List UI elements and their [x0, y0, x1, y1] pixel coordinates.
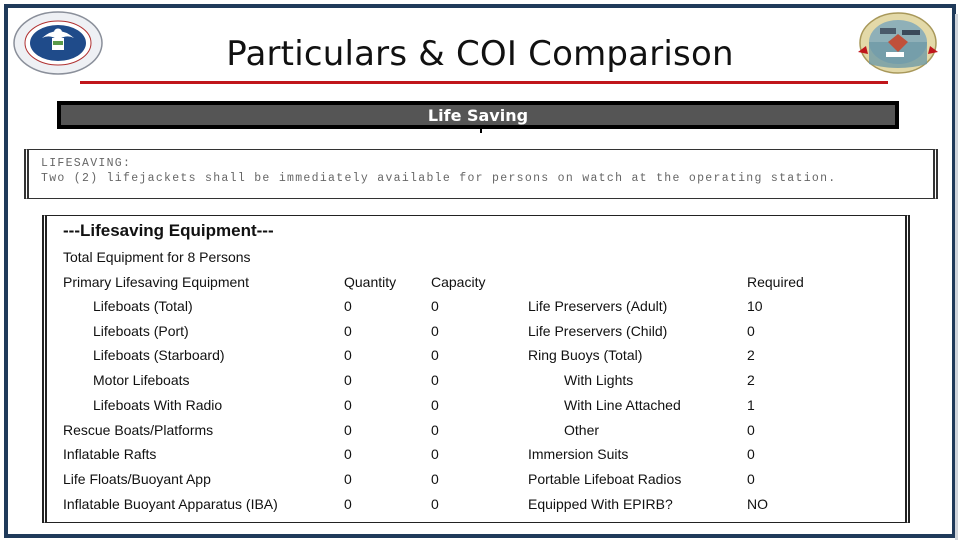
other-row-required: 10	[747, 298, 763, 314]
other-row-label: Life Preservers (Adult)	[528, 298, 668, 314]
other-row-label: Equipped With EPIRB?	[528, 495, 673, 512]
primary-row-quantity: 0	[344, 322, 352, 339]
primary-row-label: Motor Lifeboats	[93, 372, 190, 389]
other-row-required: 0	[747, 446, 755, 463]
other-row-label: Other	[564, 421, 600, 438]
other-row-required: 0	[747, 470, 755, 487]
header-capacity: Capacity	[431, 274, 486, 290]
primary-row-label: Lifeboats (Total)	[93, 298, 193, 314]
other-row-required: 0	[747, 322, 755, 339]
primary-row-quantity: 0	[344, 396, 352, 413]
header-required: Required	[747, 274, 804, 290]
primary-row-quantity: 0	[344, 421, 352, 438]
other-row-label: Ring Buoys (Total)	[528, 347, 643, 364]
other-row-label: With Lights	[564, 372, 634, 389]
lifesaving-equipment-panel: ---Lifesaving Equipment--- Total Equipme…	[42, 215, 910, 523]
primary-row-capacity: 0	[431, 446, 439, 463]
other-row-label: With Line Attached	[564, 396, 681, 413]
header-quantity: Quantity	[344, 274, 397, 290]
primary-row-quantity: 0	[344, 495, 352, 512]
primary-row-label: Inflatable Buoyant Apparatus (IBA)	[63, 495, 278, 512]
other-row-required: 1	[747, 396, 755, 413]
section-header-label: Life Saving	[427, 105, 529, 125]
primary-row-capacity: 0	[431, 470, 439, 487]
primary-row-quantity: 0	[344, 470, 352, 487]
coi-excerpt: LIFESAVING: Two (2) lifejackets shall be…	[24, 149, 938, 199]
primary-row-label: Lifeboats (Starboard)	[93, 347, 225, 364]
other-row-label: Immersion Suits	[528, 446, 629, 463]
primary-row-label: Lifeboats (Port)	[93, 322, 189, 339]
coast-guard-sector-new-orleans-seal-icon	[852, 10, 944, 76]
primary-row-label: Life Floats/Buoyant App	[63, 470, 211, 487]
primary-row-quantity: 0	[344, 347, 352, 364]
primary-row-label: Rescue Boats/Platforms	[63, 421, 214, 438]
equipment-title: ---Lifesaving Equipment---	[63, 221, 274, 240]
title-underline	[80, 81, 888, 84]
other-row-label: Portable Lifeboat Radios	[528, 470, 682, 487]
other-row-label: Life Preservers (Child)	[528, 322, 668, 339]
header-primary: Primary Lifesaving Equipment	[63, 274, 249, 290]
primary-row-capacity: 0	[431, 372, 439, 389]
section-header-life-saving: Life Saving	[57, 101, 899, 133]
primary-row-quantity: 0	[344, 446, 352, 463]
primary-row-capacity: 0	[431, 298, 439, 314]
coi-heading: LIFESAVING:	[41, 157, 132, 170]
other-row-required: 2	[747, 372, 755, 389]
primary-row-label: Lifeboats With Radio	[93, 396, 223, 413]
other-row-required: NO	[747, 495, 768, 512]
coi-requirement-text: Two (2) lifejackets shall be immediately…	[41, 172, 837, 185]
primary-row-capacity: 0	[431, 421, 439, 438]
other-row-required: 0	[747, 421, 755, 438]
primary-row-capacity: 0	[431, 396, 439, 413]
primary-row-capacity: 0	[431, 347, 439, 364]
primary-row-capacity: 0	[431, 495, 439, 512]
primary-row-quantity: 0	[344, 298, 352, 314]
equipment-subtitle: Total Equipment for 8 Persons	[63, 249, 251, 265]
primary-row-quantity: 0	[344, 372, 352, 389]
primary-row-label: Inflatable Rafts	[63, 446, 157, 463]
other-row-required: 2	[747, 347, 755, 364]
page-title: Particulars & COI Comparison	[226, 34, 734, 74]
coi-text-block: LIFESAVING: Two (2) lifejackets shall be…	[41, 156, 837, 186]
primary-row-capacity: 0	[431, 322, 439, 339]
